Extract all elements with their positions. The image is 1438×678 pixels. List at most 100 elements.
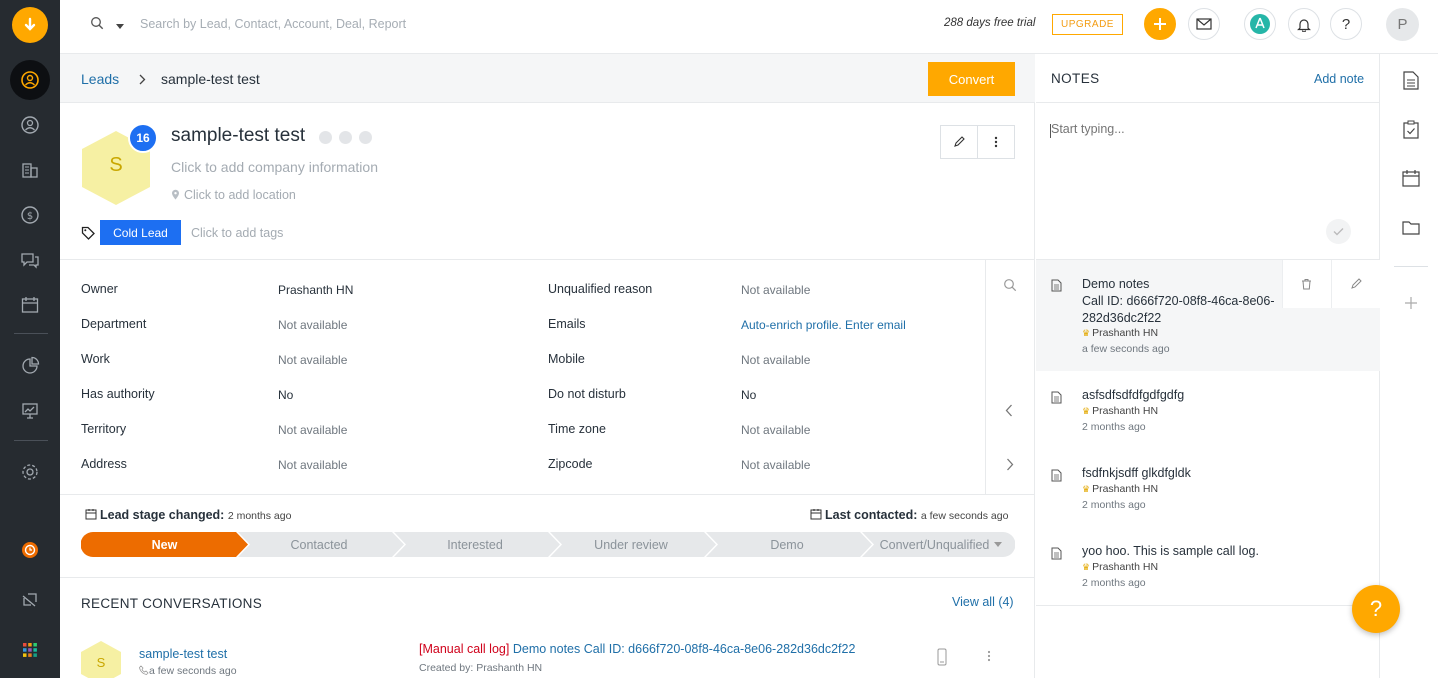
nav-divider [14,333,48,334]
nav-contacts-icon[interactable] [10,105,50,145]
user-avatar[interactable]: P [1386,8,1419,41]
note-text-line: Demo notes [1082,277,1150,291]
upgrade-button[interactable]: UPGRADE [1052,14,1123,35]
stage-convert-label: Convert/Unqualified [879,537,990,552]
conversation-message-text: Demo notes Call ID: d666f720-08f8-46ca-8… [512,642,856,656]
rail-appointments-icon[interactable] [1400,167,1422,189]
app-logo[interactable] [12,7,48,43]
note-document-icon [1051,469,1062,485]
rail-divider [1394,266,1428,267]
checkmark-icon [1333,228,1344,236]
top-bar: 288 days free trial UPGRADE ? P [60,0,1438,54]
nav-reports-icon[interactable] [10,346,50,386]
note-textarea[interactable] [1051,122,1351,136]
lead-avatar-initial: S [109,154,123,176]
delete-note-button[interactable] [1283,260,1332,308]
field-value-unqualified-reason[interactable]: Not available [741,283,810,297]
save-note-button[interactable] [1326,219,1351,244]
facebook-icon[interactable] [319,131,332,144]
note-document-icon [1051,391,1062,407]
help-button[interactable]: ? [1330,8,1362,40]
field-value-address[interactable]: Not available [278,458,347,472]
notifications-button[interactable] [1288,8,1320,40]
nav-timer-icon[interactable] [10,530,50,570]
convert-button[interactable]: Convert [928,62,1015,96]
note-author: ♛ Prashanth HN [1082,561,1158,573]
location-field[interactable]: Click to add location [171,188,296,202]
mail-button[interactable] [1188,8,1220,40]
add-note-link[interactable]: Add note [1314,72,1364,86]
chevron-left-icon[interactable] [1005,404,1013,420]
note-time: 2 months ago [1082,577,1146,589]
chevron-right-icon[interactable] [1006,458,1014,474]
location-pin-icon [172,189,179,200]
note-author: ♛ Prashanth HN [1082,483,1158,495]
stage-new[interactable]: New [81,532,248,557]
tag-cold-lead[interactable]: Cold Lead [100,220,181,245]
nav-leads-icon[interactable] [10,60,50,100]
field-value-zipcode[interactable]: Not available [741,458,810,472]
field-value-time-zone[interactable]: Not available [741,423,810,437]
field-value-department[interactable]: Not available [278,318,347,332]
conversation-kebab-icon[interactable] [987,650,991,665]
field-label-territory: Territory [81,422,127,436]
rail-add-icon[interactable] [1400,292,1422,314]
global-search-input[interactable] [140,12,640,36]
nav-conversations-icon[interactable] [10,240,50,280]
breadcrumb-leads-link[interactable]: Leads [81,71,119,87]
note-item[interactable]: asfsdfsdfdfgdfgdfg ♛ Prashanth HN 2 month… [1036,371,1380,449]
field-value-mobile[interactable]: Not available [741,353,810,367]
add-tags-placeholder[interactable]: Click to add tags [191,226,283,240]
view-all-link[interactable]: View all (4) [952,595,1014,609]
stage-demo[interactable]: Demo [712,532,862,557]
nav-settings-icon[interactable] [10,452,50,492]
nav-apps-grid-icon[interactable] [10,630,50,670]
edit-button[interactable] [941,126,978,158]
app-logo-icon [24,17,36,31]
stage-convert-unqualified[interactable]: Convert/Unqualified [871,532,1011,557]
field-value-work[interactable]: Not available [278,353,347,367]
apps-button[interactable] [1244,8,1276,40]
note-item[interactable]: fsdfnkjsdff glkdfgldk ♛ Prashanth HN 2 mo… [1036,449,1380,527]
field-label-do-not-disturb: Do not disturb [548,387,626,401]
chevron-right-icon [138,73,146,88]
stage-interested[interactable]: Interested [400,532,550,557]
conversation-message[interactable]: [Manual call log] Demo notes Call ID: d6… [419,642,855,656]
edit-note-button[interactable] [1332,260,1381,308]
linkedin-icon[interactable] [359,131,372,144]
left-nav: $ [0,0,60,678]
note-item[interactable]: Demo notes Call ID: d666f720-08f8-46ca-8… [1036,260,1380,371]
field-value-do-not-disturb[interactable]: No [741,388,756,402]
trial-status: 288 days free trial [944,17,1036,29]
field-value-owner[interactable]: Prashanth HN [278,283,353,297]
search-icon[interactable] [90,16,104,33]
stage-contacted[interactable]: Contacted [244,532,394,557]
help-fab-button[interactable]: ? [1352,585,1400,633]
nav-calendar-icon[interactable] [10,285,50,325]
nav-dashboard-icon[interactable] [10,391,50,431]
conversation-contact-name[interactable]: sample-test test [139,647,227,661]
search-scope-caret-icon[interactable] [115,18,125,33]
breadcrumb-current: sample-test test [161,71,260,87]
rail-tasks-icon[interactable] [1400,118,1422,140]
company-placeholder[interactable]: Click to add company information [171,159,378,175]
quick-add-button[interactable] [1144,8,1176,40]
nav-divider [14,440,48,441]
lead-score-badge[interactable]: 16 [128,123,158,153]
field-value-territory[interactable]: Not available [278,423,347,437]
nav-accounts-icon[interactable] [10,150,50,190]
rail-files-icon[interactable] [1400,216,1422,238]
more-options-button[interactable] [978,126,1015,158]
field-label-unqualified-reason: Unqualified reason [548,282,653,296]
rail-notes-icon[interactable] [1400,69,1422,91]
note-text: Demo notes Call ID: d666f720-08f8-46ca-8… [1082,276,1282,327]
nav-announcements-icon[interactable] [10,580,50,620]
field-value-emails[interactable]: Auto-enrich profile. Enter email [741,318,906,332]
note-item[interactable]: yoo hoo. This is sample call log. ♛ Prash… [1036,527,1380,605]
stage-under-review[interactable]: Under review [556,532,706,557]
field-value-has-authority[interactable]: No [278,388,293,402]
twitter-icon[interactable] [339,131,352,144]
field-search-icon[interactable] [1003,278,1017,295]
nav-deals-icon[interactable]: $ [10,195,50,235]
svg-text:$: $ [27,211,33,222]
